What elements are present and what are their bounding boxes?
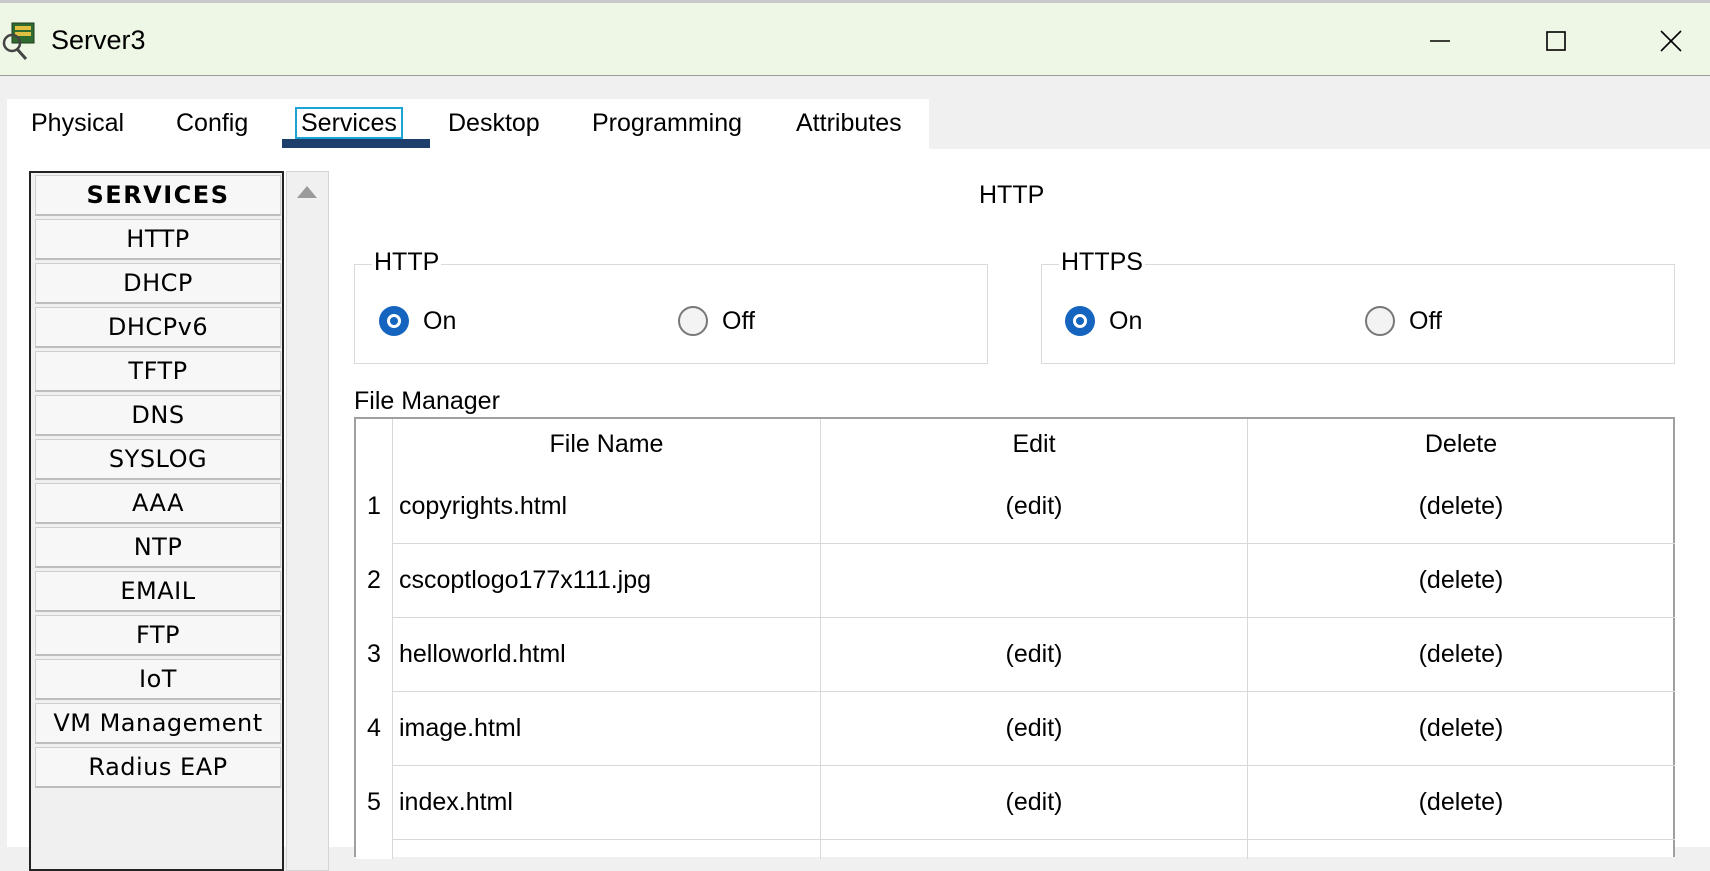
edit-link[interactable]: (edit) <box>821 788 1247 817</box>
delete-link[interactable]: (delete) <box>1248 566 1674 595</box>
service-item-dhcpv6[interactable]: DHCPv6 <box>35 307 281 348</box>
tab-config[interactable]: Config <box>176 109 248 138</box>
service-item-vm-management[interactable]: VM Management <box>35 703 281 744</box>
close-button[interactable] <box>1643 17 1699 65</box>
https-legend: HTTPS <box>1059 248 1145 277</box>
row-number: 4 <box>367 714 381 742</box>
table-row: 3 helloworld.html (edit) (delete) <box>367 618 1675 692</box>
https-on-radio[interactable]: On <box>1065 306 1142 336</box>
close-icon <box>1660 30 1682 52</box>
service-item-ntp[interactable]: NTP <box>35 527 281 568</box>
table-row: 5 index.html (edit) (delete) <box>367 766 1675 840</box>
tab-bar: Physical Config Services Desktop Program… <box>7 99 929 149</box>
http-group: HTTP On Off <box>354 248 988 364</box>
https-off-label: Off <box>1409 306 1442 335</box>
service-item-radius-eap[interactable]: Radius EAP <box>35 747 281 788</box>
services-list: SERVICES HTTP DHCP DHCPv6 TFTP DNS SYSLO… <box>29 171 284 871</box>
title-bar: Server3 <box>0 0 1710 76</box>
http-on-label: On <box>423 306 457 335</box>
table-row: 1 copyrights.html (edit) (delete) <box>367 470 1675 544</box>
file-name: helloworld.html <box>399 640 566 668</box>
radio-selected-icon <box>379 306 409 336</box>
tab-programming[interactable]: Programming <box>592 109 742 138</box>
radio-unselected-icon <box>678 306 708 336</box>
service-item-dns[interactable]: DNS <box>35 395 281 436</box>
http-off-radio[interactable]: Off <box>678 306 755 336</box>
window-title: Server3 <box>51 25 146 55</box>
file-manager-label: File Manager <box>354 387 500 415</box>
service-item-ftp[interactable]: FTP <box>35 615 281 656</box>
server-icon <box>2 21 40 61</box>
delete-link[interactable]: (delete) <box>1248 714 1674 743</box>
edit-link[interactable]: (edit) <box>821 640 1247 669</box>
https-on-label: On <box>1109 306 1143 335</box>
service-item-syslog[interactable]: SYSLOG <box>35 439 281 480</box>
radio-unselected-icon <box>1365 306 1395 336</box>
row-number: 3 <box>367 640 381 668</box>
services-scrollbar[interactable] <box>286 171 329 871</box>
column-header-file-name: File Name <box>549 430 664 458</box>
service-item-http[interactable]: HTTP <box>35 219 281 260</box>
file-name: copyrights.html <box>399 492 568 520</box>
column-header-delete: Delete <box>1424 430 1498 458</box>
active-tab-indicator <box>282 139 430 148</box>
column-header-edit: Edit <box>1012 430 1056 458</box>
tab-attributes[interactable]: Attributes <box>796 109 902 138</box>
http-on-radio[interactable]: On <box>379 306 456 336</box>
section-title: HTTP <box>979 181 1045 209</box>
edit-link[interactable]: (edit) <box>821 714 1247 743</box>
http-off-label: Off <box>722 306 755 335</box>
minimize-button[interactable] <box>1412 17 1468 65</box>
https-off-radio[interactable]: Off <box>1365 306 1442 336</box>
radio-selected-icon <box>1065 306 1095 336</box>
tab-physical[interactable]: Physical <box>31 109 124 138</box>
scroll-up-arrow-icon[interactable] <box>297 186 317 198</box>
tab-services[interactable]: Services <box>295 107 403 139</box>
edit-link[interactable]: (edit) <box>821 492 1247 521</box>
delete-link[interactable]: (delete) <box>1248 640 1674 669</box>
http-legend: HTTP <box>372 248 442 277</box>
table-row: 4 image.html (edit) (delete) <box>367 692 1675 766</box>
service-item-dhcp[interactable]: DHCP <box>35 263 281 304</box>
row-number: 1 <box>367 492 381 520</box>
file-name: cscoptlogo177x111.jpg <box>399 566 652 594</box>
table-row: 2 cscoptlogo177x111.jpg (delete) <box>367 544 1675 618</box>
maximize-button[interactable] <box>1528 17 1584 65</box>
delete-link[interactable]: (delete) <box>1248 788 1674 817</box>
file-name: index.html <box>399 788 513 816</box>
service-item-aaa[interactable]: AAA <box>35 483 281 524</box>
services-header: SERVICES <box>35 175 281 216</box>
https-group: HTTPS On Off <box>1041 248 1675 364</box>
file-manager-table: File Name Edit Delete 1 copyrights.html … <box>354 417 1675 859</box>
minimize-icon <box>1430 40 1450 42</box>
file-name: image.html <box>399 714 522 742</box>
service-item-iot[interactable]: IoT <box>35 659 281 700</box>
maximize-icon <box>1546 31 1566 51</box>
row-number: 2 <box>367 566 381 594</box>
tab-desktop[interactable]: Desktop <box>448 109 540 138</box>
row-number: 5 <box>367 788 381 816</box>
delete-link[interactable]: (delete) <box>1248 492 1674 521</box>
service-item-email[interactable]: EMAIL <box>35 571 281 612</box>
service-item-tftp[interactable]: TFTP <box>35 351 281 392</box>
